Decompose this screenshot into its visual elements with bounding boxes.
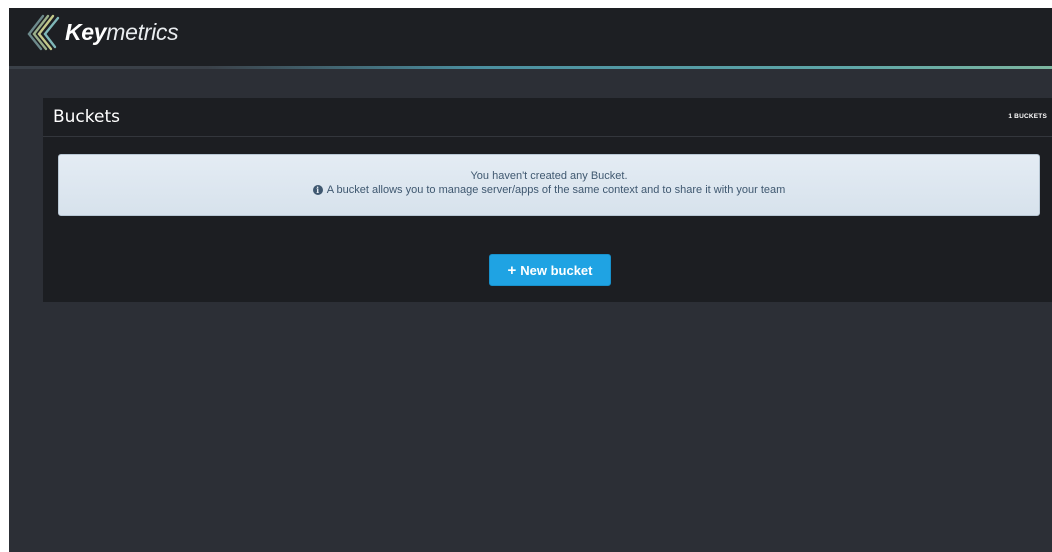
- keymetrics-logo-icon: [27, 14, 60, 51]
- empty-state-alert: You haven't created any Bucket. i A buck…: [58, 154, 1040, 216]
- brand-name-rest: metrics: [106, 18, 179, 45]
- bucket-count-number: 1: [1008, 113, 1013, 120]
- brand-name-bold: Key: [65, 18, 107, 45]
- new-bucket-button[interactable]: + New bucket: [489, 254, 611, 286]
- empty-message: You haven't created any Bucket.: [470, 170, 628, 182]
- bucket-count-label: BUCKETS: [1014, 113, 1047, 120]
- new-bucket-label: New bucket: [520, 262, 593, 278]
- topbar-accent-line: [9, 66, 1052, 69]
- info-circle-icon: i: [312, 185, 323, 195]
- brand-logo[interactable]: Keymetrics: [21, 12, 179, 52]
- panel-header: Buckets 1 BUCKETS: [43, 98, 1052, 137]
- top-navbar: Keymetrics: [9, 8, 1052, 66]
- brand-wordmark: Keymetrics: [65, 18, 179, 45]
- info-text: A bucket allows you to manage server/app…: [326, 184, 786, 196]
- buckets-panel: Buckets 1 BUCKETS You haven't created an…: [43, 98, 1052, 302]
- bucket-count-badge: 1 BUCKETS: [1008, 113, 1047, 120]
- app-window: Keymetrics Buckets 1 BUCKETS You haven't…: [9, 8, 1052, 552]
- panel-title: Buckets: [53, 107, 121, 127]
- info-line: i A bucket allows you to manage server/a…: [312, 183, 786, 197]
- plus-icon: +: [507, 261, 517, 279]
